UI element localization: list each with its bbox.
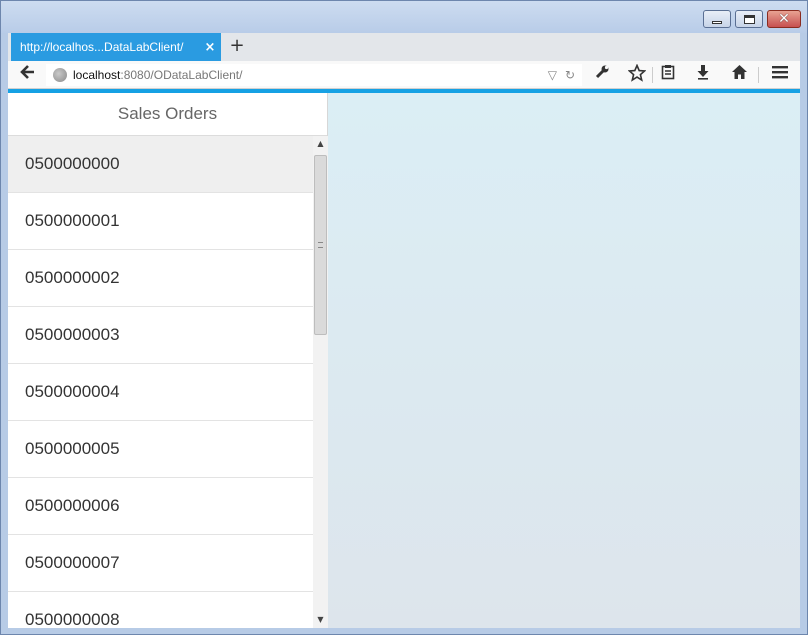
browser-window: ✕ http://localhos...DataLabClient/ × + l… xyxy=(0,0,808,635)
list-item-label: 0500000002 xyxy=(25,268,120,287)
maximize-icon xyxy=(743,14,755,24)
url-bar[interactable]: localhost:8080/ODataLabClient/ ▽ ↻ xyxy=(46,64,582,86)
grip-icon xyxy=(318,242,323,248)
scroll-up-icon[interactable]: ▲ xyxy=(313,136,328,152)
list-item-label: 0500000007 xyxy=(25,553,120,572)
menu-button[interactable] xyxy=(768,64,792,86)
list-item-label: 0500000003 xyxy=(25,325,120,344)
list-item[interactable]: 0500000001 xyxy=(8,193,313,250)
scroll-down-icon[interactable]: ▼ xyxy=(313,612,328,628)
close-icon: ✕ xyxy=(778,11,790,27)
download-arrow-icon xyxy=(697,65,709,80)
wrench-button[interactable] xyxy=(590,64,614,86)
minimize-button[interactable] xyxy=(703,10,731,28)
navigation-toolbar: localhost:8080/ODataLabClient/ ▽ ↻ xyxy=(8,61,800,89)
master-header: Sales Orders xyxy=(8,93,327,136)
wrench-icon xyxy=(595,65,609,79)
list-item[interactable]: 0500000005 xyxy=(8,421,313,478)
minimize-icon xyxy=(712,20,722,24)
list-item[interactable]: 0500000006 xyxy=(8,478,313,535)
clipboard-icon xyxy=(661,65,675,80)
home-button[interactable] xyxy=(727,64,751,86)
globe-icon xyxy=(53,68,67,82)
hamburger-menu-icon xyxy=(772,66,788,79)
list-item-label: 0500000005 xyxy=(25,439,120,458)
star-icon xyxy=(627,63,647,82)
downloads-button[interactable] xyxy=(691,64,715,86)
app-content: Sales Orders 0500000000 0500000001 05000… xyxy=(8,93,800,628)
bookmark-star-button[interactable] xyxy=(625,63,649,86)
list-item[interactable]: 0500000002 xyxy=(8,250,313,307)
list-item[interactable]: 0500000003 xyxy=(8,307,313,364)
list-item[interactable]: 0500000000 xyxy=(8,136,313,193)
reading-list-button[interactable] xyxy=(656,64,680,86)
list-item-label: 0500000008 xyxy=(25,610,120,628)
list-item[interactable]: 0500000008 xyxy=(8,592,313,628)
url-path: :8080/ODataLabClient/ xyxy=(120,68,243,82)
reload-icon[interactable]: ↻ xyxy=(565,68,575,82)
title-bar: ✕ xyxy=(1,1,807,33)
tab-close-icon[interactable]: × xyxy=(199,40,221,55)
new-tab-button[interactable]: + xyxy=(226,35,248,57)
list-scrollbar[interactable]: ▲ ▼ xyxy=(313,136,328,628)
tab-title: http://localhos...DataLabClient/ xyxy=(20,40,184,54)
back-arrow-icon xyxy=(20,65,34,79)
detail-panel xyxy=(328,93,800,628)
master-panel: Sales Orders 0500000000 0500000001 05000… xyxy=(8,93,328,628)
page-title: Sales Orders xyxy=(117,104,218,123)
list-item-label: 0500000000 xyxy=(25,154,120,173)
dropdown-history-icon[interactable]: ▽ xyxy=(548,68,557,82)
scrollbar-thumb[interactable] xyxy=(314,155,327,335)
back-button[interactable] xyxy=(16,64,40,86)
maximize-button[interactable] xyxy=(735,10,763,28)
list-item[interactable]: 0500000004 xyxy=(8,364,313,421)
list-item-label: 0500000004 xyxy=(25,382,120,401)
url-host: localhost xyxy=(73,68,121,82)
list-item[interactable]: 0500000007 xyxy=(8,535,313,592)
tab-active[interactable]: http://localhos...DataLabClient/ × xyxy=(11,33,221,61)
list-item-label: 0500000006 xyxy=(25,496,120,515)
tab-bar: http://localhos...DataLabClient/ × + xyxy=(8,33,800,61)
home-icon xyxy=(731,65,747,79)
sales-order-list: 0500000000 0500000001 0500000002 0500000… xyxy=(8,136,313,628)
list-item-label: 0500000001 xyxy=(25,211,120,230)
close-window-button[interactable]: ✕ xyxy=(767,10,801,28)
